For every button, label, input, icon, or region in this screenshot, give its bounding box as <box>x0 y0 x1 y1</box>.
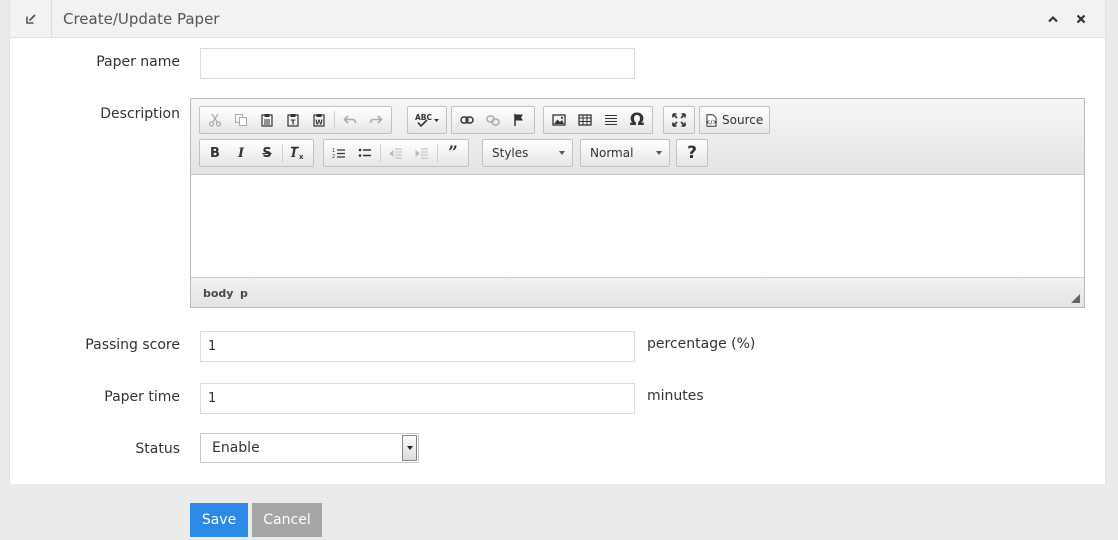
cancel-button[interactable]: Cancel <box>252 503 322 537</box>
maximize-group <box>663 106 695 134</box>
unlink-icon[interactable] <box>480 108 506 132</box>
source-label: Source <box>722 113 764 127</box>
description-label: Description <box>100 106 180 122</box>
passing-score-input[interactable] <box>200 331 635 362</box>
spellcheck-group: ABC <box>407 106 447 134</box>
svg-text:x: x <box>299 153 304 160</box>
undo-icon[interactable] <box>337 108 363 132</box>
table-icon[interactable] <box>572 108 598 132</box>
bold-icon[interactable]: B <box>202 141 228 165</box>
path-p[interactable]: p <box>240 287 248 300</box>
close-icon[interactable] <box>1073 11 1089 27</box>
passing-score-suffix: percentage (%) <box>647 336 756 352</box>
svg-text:</>: </> <box>706 119 717 126</box>
status-select[interactable]: Enable <box>200 433 419 463</box>
status-selected-value: Enable <box>212 440 260 456</box>
spellcheck-icon[interactable]: ABC <box>410 108 444 132</box>
edit-icon <box>10 0 52 38</box>
svg-text:ABC: ABC <box>415 113 433 122</box>
resize-handle-icon[interactable] <box>1071 294 1080 303</box>
format-label: Normal <box>590 146 634 160</box>
widget-header: Create/Update Paper <box>10 0 1105 38</box>
copy-icon[interactable] <box>228 108 254 132</box>
passing-score-label: Passing score <box>85 337 180 353</box>
remove-format-icon[interactable]: Ix <box>285 141 311 165</box>
cut-icon[interactable] <box>202 108 228 132</box>
chevron-down-icon <box>559 151 565 155</box>
save-button[interactable]: Save <box>190 503 248 537</box>
styles-dropdown[interactable]: Styles <box>482 139 573 167</box>
italic-icon[interactable]: I <box>228 141 254 165</box>
format-dropdown[interactable]: Normal <box>580 139 670 167</box>
chevron-up-icon[interactable] <box>1045 11 1061 27</box>
horizontal-line-icon[interactable] <box>598 108 624 132</box>
special-char-omega-icon[interactable]: Ω <box>624 108 650 132</box>
svg-text:2: 2 <box>332 154 335 159</box>
status-label: Status <box>135 441 180 457</box>
basic-style-group: B I S Ix <box>199 139 314 167</box>
anchor-flag-icon[interactable] <box>506 108 532 132</box>
styles-label: Styles <box>492 146 529 160</box>
paste-text-icon[interactable]: T <box>280 108 306 132</box>
outdent-icon[interactable] <box>383 141 409 165</box>
blockquote-icon[interactable]: ” <box>440 141 466 165</box>
source-button[interactable]: </> Source <box>699 106 771 134</box>
list-group: 12 ” <box>323 139 469 167</box>
source-icon: </> <box>706 113 717 127</box>
chevron-down-icon <box>656 151 662 155</box>
paper-time-input[interactable] <box>200 383 635 414</box>
svg-text:W: W <box>315 119 323 127</box>
image-icon[interactable] <box>546 108 572 132</box>
indent-icon[interactable] <box>409 141 435 165</box>
path-body[interactable]: body <box>203 287 233 300</box>
maximize-icon[interactable] <box>666 108 692 132</box>
numbered-list-icon[interactable]: 12 <box>326 141 352 165</box>
link-group <box>451 106 535 134</box>
help-button[interactable]: ? <box>676 139 708 167</box>
bulleted-list-icon[interactable] <box>352 141 378 165</box>
editor-content-area[interactable] <box>191 175 1084 278</box>
redo-icon[interactable] <box>363 108 389 132</box>
editor-statusbar: body p <box>191 277 1084 307</box>
insert-group: Ω <box>543 106 653 134</box>
paper-time-label: Paper time <box>104 389 180 405</box>
paper-name-label: Paper name <box>96 54 180 70</box>
paste-word-icon[interactable]: W <box>306 108 332 132</box>
paper-name-input[interactable] <box>200 48 635 79</box>
clipboard-group: T W <box>199 106 392 134</box>
svg-text:T: T <box>291 119 296 127</box>
chevron-down-icon[interactable] <box>402 435 417 461</box>
paste-icon[interactable] <box>254 108 280 132</box>
editor-toolbar: T W ABC Ω </> Source B I S I x 1 2 ” Sty… <box>191 99 1084 175</box>
rich-text-editor: T W ABC Ω </> Source B I S I x 1 2 ” Sty… <box>190 98 1085 308</box>
paper-time-suffix: minutes <box>647 388 704 404</box>
widget-title: Create/Update Paper <box>63 10 220 28</box>
link-icon[interactable] <box>454 108 480 132</box>
strikethrough-icon[interactable]: S <box>254 141 280 165</box>
